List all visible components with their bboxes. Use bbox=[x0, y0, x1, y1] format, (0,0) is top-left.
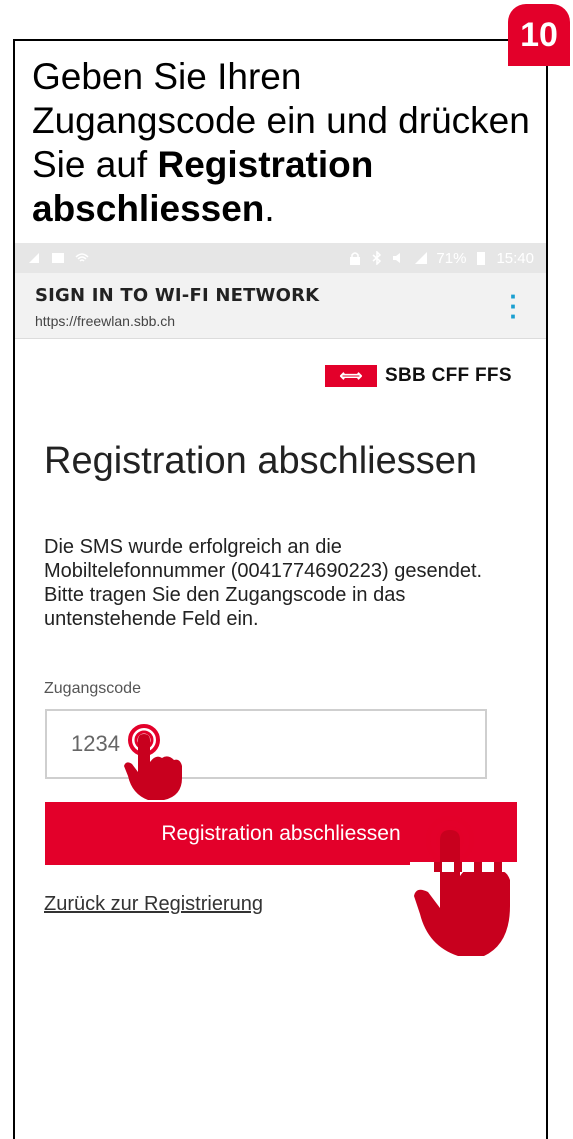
more-vert-icon[interactable]: · · · bbox=[509, 283, 518, 329]
lock-icon bbox=[350, 252, 361, 265]
page-title: Registration abschliessen bbox=[44, 440, 478, 482]
sbb-arrow-icon: ⟺ bbox=[325, 365, 377, 387]
signal-icon bbox=[415, 252, 428, 264]
access-code-label: Zugangscode bbox=[44, 680, 141, 697]
appbar-title: SIGN IN TO WI-FI NETWORK bbox=[35, 285, 320, 306]
instruction-text: Geben Sie Ihren Zugangscode ein und drüc… bbox=[32, 55, 532, 231]
image-icon bbox=[52, 253, 64, 263]
appbar-url: https://freewlan.sbb.ch bbox=[35, 313, 176, 329]
clock: 15:40 bbox=[496, 249, 534, 267]
instruction-part2: . bbox=[264, 188, 275, 229]
data-icon bbox=[29, 253, 39, 263]
bluetooth-icon bbox=[372, 251, 382, 265]
mute-icon bbox=[393, 253, 401, 263]
battery-icon bbox=[477, 252, 486, 265]
wifi-icon bbox=[75, 253, 89, 262]
page-description: Die SMS wurde erfolgreich an die Mobilte… bbox=[44, 536, 483, 630]
tap-hand-icon bbox=[410, 815, 520, 956]
back-to-registration-link[interactable]: Zurück zur Registrierung bbox=[44, 893, 263, 916]
logo-text: SBB CFF FFS bbox=[385, 365, 512, 386]
tap-hand-icon bbox=[124, 724, 182, 800]
status-bar: 71% 15:40 bbox=[15, 243, 546, 273]
battery-percent: 71% bbox=[436, 249, 467, 267]
app-bar: SIGN IN TO WI-FI NETWORK https://freewla… bbox=[15, 273, 546, 339]
access-code-input[interactable] bbox=[45, 709, 487, 779]
sbb-logo: ⟺ SBB CFF FFS bbox=[325, 365, 512, 387]
